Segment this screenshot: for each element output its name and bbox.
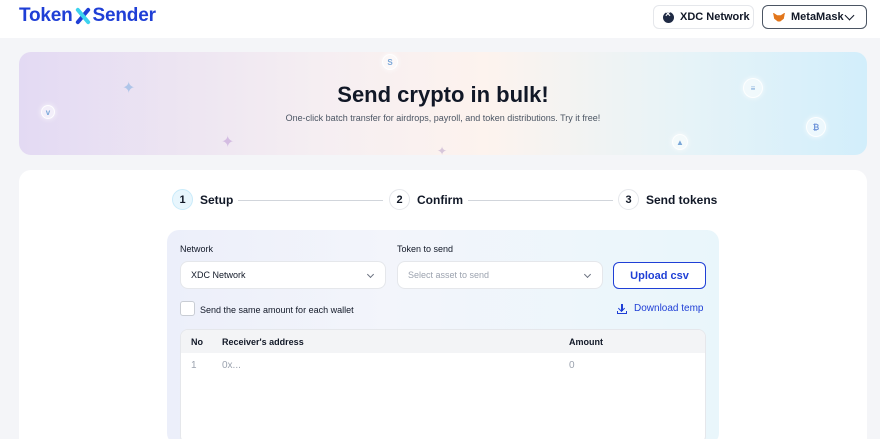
row-number: 1	[191, 360, 197, 371]
token-select-placeholder: Select asset to send	[408, 270, 490, 280]
amount-input[interactable]: 0	[569, 360, 575, 371]
network-select-value: XDC Network	[191, 270, 246, 280]
chevron-down-icon	[844, 10, 855, 21]
step-number: 1	[172, 189, 193, 210]
download-template-label: Download temp	[634, 303, 704, 314]
hero-title: Send crypto in bulk!	[337, 82, 549, 107]
chevron-down-icon	[366, 270, 375, 279]
upload-csv-button[interactable]: Upload csv	[613, 262, 706, 289]
step-number: 2	[389, 189, 410, 210]
recipients-table: No Receiver's address Amount 1 0x... 0	[180, 329, 706, 439]
logo-text-left: Token	[19, 5, 73, 26]
step-label: Setup	[200, 192, 234, 207]
step-connector	[238, 200, 383, 201]
top-bar: Token Sender XDC Network MetaMask	[0, 0, 880, 38]
network-switch-label: XDC Network	[680, 11, 750, 23]
column-header-no: No	[191, 337, 203, 347]
column-header-address: Receiver's address	[222, 337, 304, 347]
metamask-icon	[773, 12, 785, 23]
token-select[interactable]: Select asset to send	[397, 261, 603, 289]
network-field-label: Network	[180, 244, 214, 254]
step-number: 3	[618, 189, 639, 210]
sparkle-icon: ✦	[437, 144, 448, 155]
download-icon	[617, 303, 627, 314]
step-label: Confirm	[417, 192, 463, 207]
token-field-label: Token to send	[397, 244, 454, 254]
same-amount-label: Send the same amount for each wallet	[200, 305, 354, 315]
step-setup: 1 Setup	[172, 189, 233, 210]
wallet-button[interactable]: MetaMask	[762, 5, 867, 29]
step-connector	[468, 200, 613, 201]
hero-subtitle: One-click batch transfer for airdrops, p…	[285, 113, 601, 123]
coin-decoration-icon: S	[382, 54, 398, 70]
download-template-link[interactable]: Download temp	[617, 303, 703, 314]
step-label: Send tokens	[646, 192, 718, 207]
step-send-tokens: 3 Send tokens	[618, 189, 717, 210]
step-confirm: 2 Confirm	[389, 189, 463, 210]
logo-text-right: Sender	[92, 5, 156, 26]
network-select[interactable]: XDC Network	[180, 261, 386, 289]
wallet-button-label: MetaMask	[791, 11, 844, 23]
table-header: No Receiver's address Amount	[181, 330, 705, 353]
hero-banner: v ✦ ✦ S ✦ ≡ ▲ ₿ Send crypto in bulk! One…	[19, 52, 867, 155]
chevron-down-icon	[583, 270, 592, 279]
app-logo[interactable]: Token Sender	[19, 5, 156, 27]
same-amount-checkbox[interactable]	[180, 301, 195, 316]
coin-decoration-icon: ▲	[672, 134, 688, 150]
xdc-network-icon	[663, 9, 674, 23]
sparkle-icon: ✦	[221, 134, 235, 151]
column-header-amount: Amount	[569, 337, 603, 347]
receiver-address-input[interactable]: 0x...	[222, 360, 241, 371]
network-switch-button[interactable]: XDC Network	[653, 5, 754, 29]
logo-x-icon	[74, 7, 92, 25]
